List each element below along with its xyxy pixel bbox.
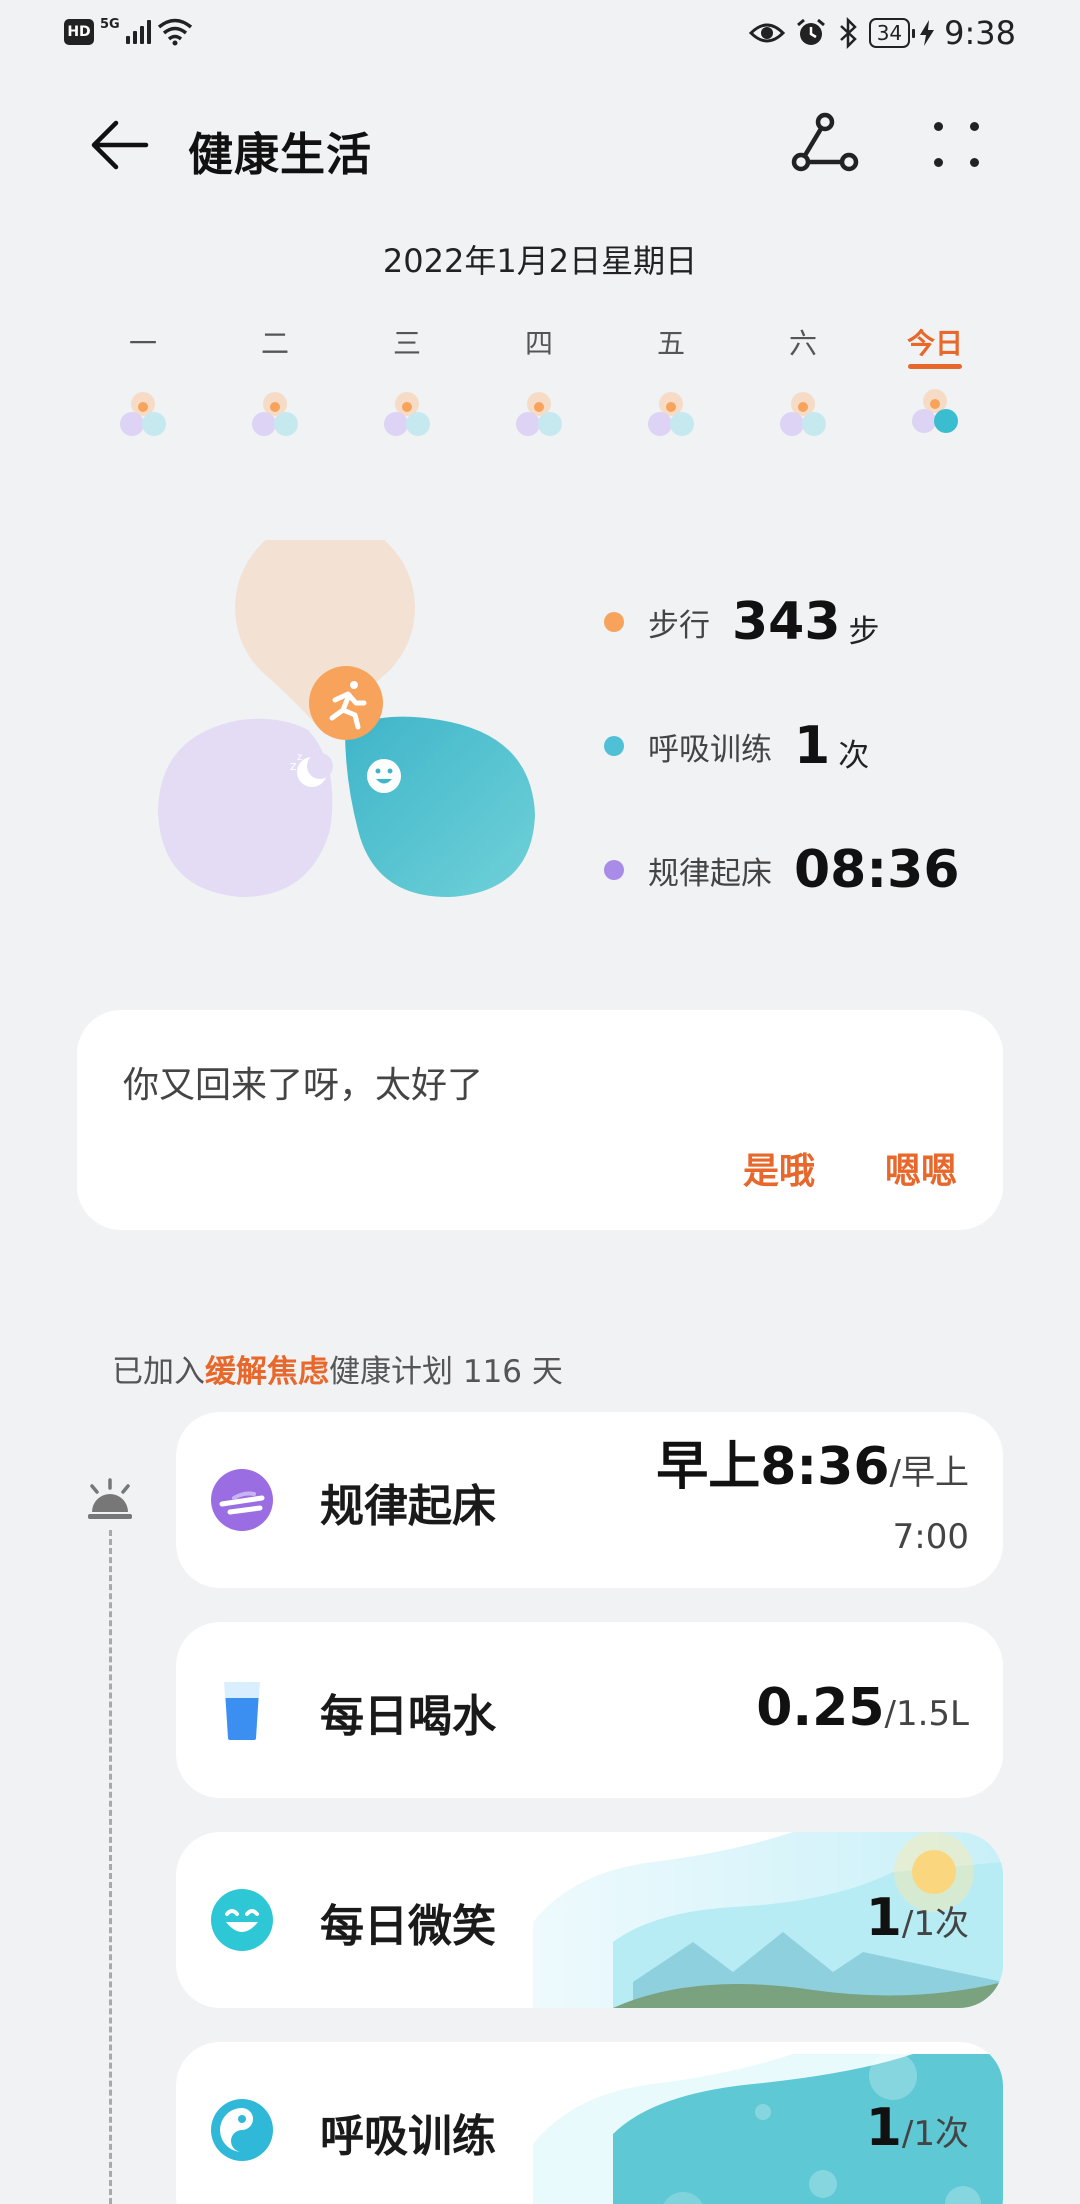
message-card: 你又回来了呀，太好了 是哦 嗯嗯 [77,1010,1003,1230]
signal-icon [125,20,151,44]
date-label: 2022年1月2日星期日 [382,242,698,280]
stats-list: 步行 343 步 呼吸训练 1 次 规律起床 08:36 [604,560,1044,932]
stat-unit: 次 [838,737,870,774]
bluetooth-icon [839,17,857,49]
day-flower-icon [514,390,564,440]
task-name: 呼吸训练 [320,2111,496,2162]
day-mon[interactable]: 一 [98,322,188,440]
task-name: 规律起床 [320,1481,496,1532]
yes-button[interactable]: 是哦 [743,1142,815,1194]
more-options-icon[interactable] [930,114,986,174]
task-name: 每日微笑 [320,1901,496,1952]
plan-prefix: 已加入 [112,1354,205,1390]
plan-info: 已加入缓解焦虑健康计划 116 天 [112,1346,563,1391]
page-title: 健康生活 [188,128,373,181]
task-card-breathing[interactable]: 呼吸训练 1/1次 [176,2042,1003,2204]
breath-petal [345,716,535,898]
day-label: 一 [128,327,157,360]
stat-value: 343 [732,592,841,652]
smile-icon [211,1889,273,1951]
sunrise-icon [88,1478,132,1519]
health-flower-chart: z z [158,540,535,898]
smile-face-icon [367,759,401,793]
stat-wakeup[interactable]: 规律起床 08:36 [604,808,1044,932]
breathing-icon [211,2099,273,2161]
day-tue[interactable]: 二 [230,322,320,440]
task-card-water[interactable]: 每日喝水 0.25/1.5L [176,1622,1003,1798]
plan-name-link[interactable]: 缓解焦虑 [205,1354,329,1390]
svg-text:z: z [290,759,296,773]
task-target: /早上 [889,1453,969,1493]
network-type: 5G [100,16,120,32]
task-value: 1 [865,2098,902,2158]
day-flower-icon [250,390,300,440]
task-value: 早上8:36 [656,1437,890,1497]
app-header: 健康生活 [0,100,1080,190]
task-progress: 0.25/1.5L [756,1678,969,1738]
task-name: 每日喝水 [320,1691,496,1742]
wifi-icon [157,18,192,46]
svg-text:z: z [297,752,302,763]
today-underline [908,364,962,369]
task-value: 0.25 [756,1678,885,1738]
clock: 9:38 [944,14,1016,52]
task-progress: 1/1次 [866,2098,969,2158]
day-label: 四 [524,327,553,360]
hd-icon: HD [64,19,94,45]
task-card-smile[interactable]: 每日微笑 1/1次 [176,1832,1003,2008]
day-fri[interactable]: 五 [626,322,716,440]
task-progress: 早上8:36/早上 7:00 [656,1438,969,1572]
stat-name: 呼吸训练 [648,731,772,768]
day-flower-icon [778,390,828,440]
task-target: /1次 [901,1904,969,1944]
task-target: /1.5L [884,1694,969,1734]
day-label: 二 [260,327,289,360]
battery-icon: 34 [868,18,916,48]
ok-button[interactable]: 嗯嗯 [885,1142,957,1194]
day-flower-icon [910,387,960,437]
day-thu[interactable]: 四 [494,322,584,440]
task-target: /1次 [901,2114,969,2154]
stat-walk[interactable]: 步行 343 步 [604,560,1044,684]
charging-icon [920,20,935,46]
week-strip: 一 二 三 四 五 六 今日 [0,322,1080,452]
message-text: 你又回来了呀，太好了 [123,1065,484,1106]
water-cup-icon [224,1682,260,1740]
eye-icon [748,23,785,43]
share-icon[interactable] [790,112,860,176]
plan-suffix: 健康计划 116 天 [329,1354,563,1390]
day-sat[interactable]: 六 [758,322,848,440]
task-target-time: 7:00 [892,1517,969,1557]
task-progress: 1/1次 [866,1888,969,1948]
day-today[interactable]: 今日 [890,322,980,437]
day-flower-icon [382,390,432,440]
day-label: 六 [788,327,817,360]
day-flower-icon [646,390,696,440]
day-label: 三 [392,327,421,360]
timeline-line [109,1530,112,2204]
wake-up-icon [211,1469,273,1531]
day-wed[interactable]: 三 [362,322,452,440]
task-card-wakeup[interactable]: 规律起床 早上8:36/早上 7:00 [176,1412,1003,1588]
wake-dot [604,860,624,880]
breath-dot [604,736,624,756]
day-label: 五 [656,327,685,360]
stat-unit: 步 [848,613,880,650]
stat-value: 1 [794,716,831,776]
walk-dot [604,612,624,632]
alarm-icon [796,18,825,45]
stat-value: 08:36 [794,840,960,900]
back-arrow-icon[interactable] [90,118,150,172]
day-flower-icon [118,390,168,440]
stat-name: 规律起床 [648,855,772,892]
stat-breathing[interactable]: 呼吸训练 1 次 [604,684,1044,808]
wake-petal [158,718,333,898]
stat-name: 步行 [648,607,710,644]
task-value: 1 [865,1888,902,1948]
status-bar: HD 5G 34 9:38 [0,0,1080,66]
